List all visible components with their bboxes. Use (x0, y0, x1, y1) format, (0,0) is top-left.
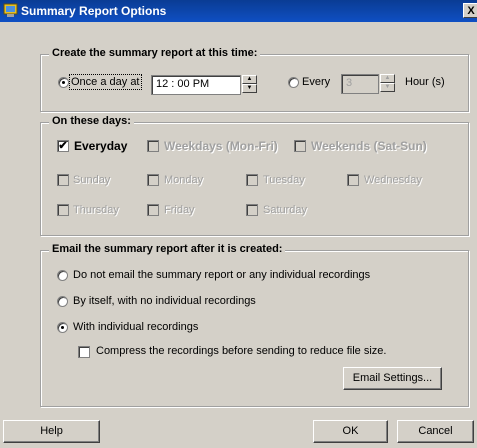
tuesday-label[interactable]: Tuesday (263, 174, 305, 186)
thursday-checkbox[interactable] (57, 204, 69, 216)
time-input[interactable]: 12 : 00 PM (151, 75, 241, 95)
wednesday-checkbox[interactable] (347, 174, 359, 186)
spin-up-icon[interactable]: ▲ (380, 74, 395, 83)
every-label[interactable]: Every (302, 76, 330, 88)
email-settings-button[interactable]: Email Settings... (343, 367, 442, 390)
sunday-checkbox[interactable] (57, 174, 69, 186)
email-legend: Email the summary report after it is cre… (49, 243, 286, 255)
by-itself-label[interactable]: By itself, with no individual recordings (73, 295, 256, 307)
spin-down-icon[interactable]: ▼ (242, 84, 257, 93)
with-recordings-radio[interactable] (57, 322, 68, 333)
hours-label: Hour (s) (405, 76, 445, 88)
tuesday-checkbox[interactable] (246, 174, 258, 186)
monday-checkbox[interactable] (147, 174, 159, 186)
everyday-label[interactable]: Everyday (74, 139, 127, 153)
help-button[interactable]: Help (3, 420, 100, 443)
compress-checkbox[interactable] (78, 346, 90, 358)
once-a-day-radio[interactable] (58, 77, 69, 88)
title-bar: Summary Report Options X (0, 0, 477, 22)
compress-label[interactable]: Compress the recordings before sending t… (96, 345, 386, 357)
once-a-day-label[interactable]: Once a day at (69, 74, 142, 90)
close-button[interactable]: X (463, 3, 477, 18)
monday-label[interactable]: Monday (164, 174, 203, 186)
weekends-checkbox[interactable] (294, 140, 306, 152)
days-legend: On these days: (49, 115, 134, 127)
with-recordings-label[interactable]: With individual recordings (73, 321, 198, 333)
saturday-checkbox[interactable] (246, 204, 258, 216)
app-icon (3, 3, 18, 17)
no-email-label[interactable]: Do not email the summary report or any i… (73, 269, 370, 281)
weekdays-label[interactable]: Weekdays (Mon-Fri) (164, 139, 278, 153)
thursday-label[interactable]: Thursday (73, 204, 119, 216)
window-title: Summary Report Options (21, 4, 167, 18)
weekends-label[interactable]: Weekends (Sat-Sun) (311, 139, 427, 153)
time-spinner[interactable]: ▲ ▼ (242, 75, 257, 95)
every-radio[interactable] (288, 77, 299, 88)
ok-button[interactable]: OK (313, 420, 388, 443)
friday-label[interactable]: Friday (164, 204, 195, 216)
saturday-label[interactable]: Saturday (263, 204, 307, 216)
by-itself-radio[interactable] (57, 296, 68, 307)
cancel-button[interactable]: Cancel (397, 420, 474, 443)
weekdays-checkbox[interactable] (147, 140, 159, 152)
spin-down-icon[interactable]: ▼ (380, 83, 395, 92)
sunday-label[interactable]: Sunday (73, 174, 110, 186)
friday-checkbox[interactable] (147, 204, 159, 216)
everyday-checkbox[interactable]: ✔ (57, 140, 69, 152)
no-email-radio[interactable] (57, 270, 68, 281)
spin-up-icon[interactable]: ▲ (242, 75, 257, 84)
wednesday-label[interactable]: Wednesday (364, 174, 422, 186)
every-hours-input[interactable]: 3 (341, 74, 379, 94)
schedule-legend: Create the summary report at this time: (49, 47, 261, 59)
hours-spinner[interactable]: ▲ ▼ (380, 74, 395, 94)
